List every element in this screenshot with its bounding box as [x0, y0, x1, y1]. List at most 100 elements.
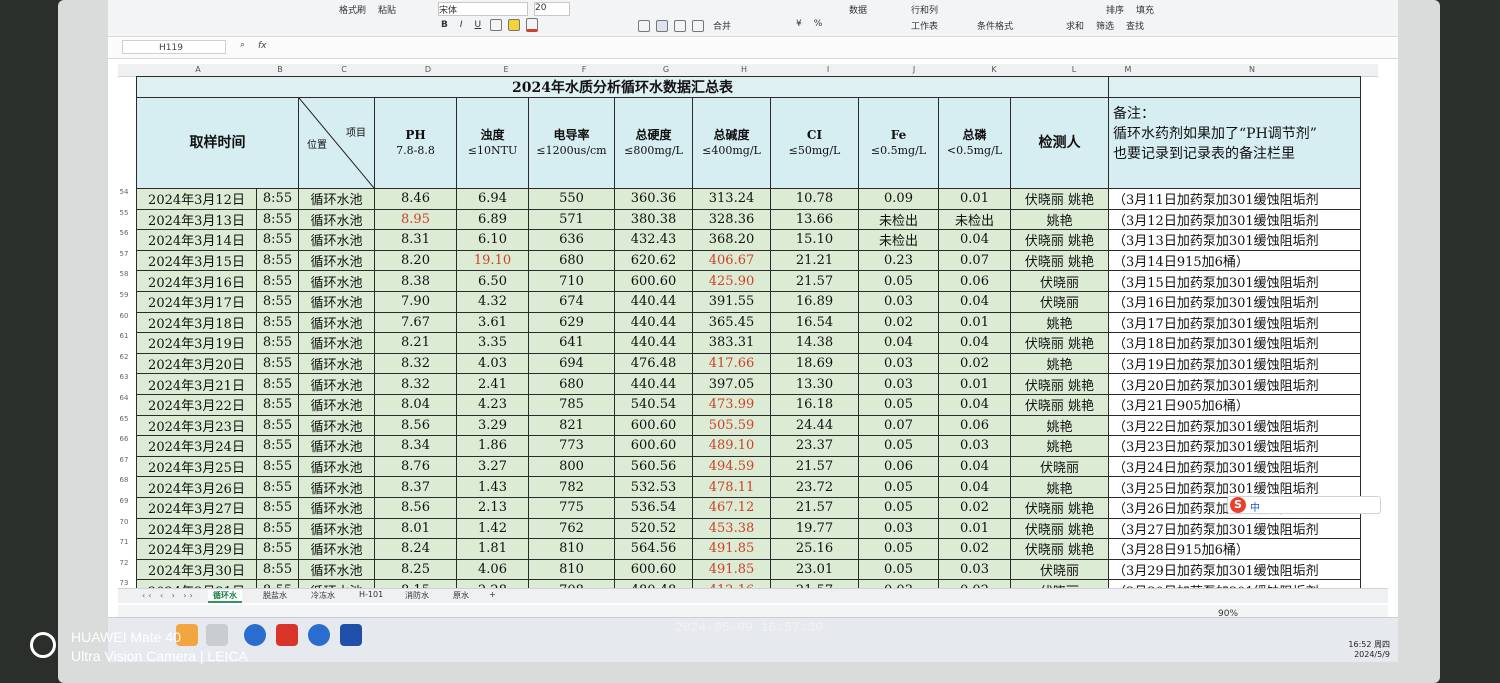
cell-ph[interactable]: 8.32: [374, 373, 457, 395]
row-number[interactable]: 73: [114, 579, 134, 587]
sheet-tab-desalted[interactable]: 脱盐水: [258, 590, 292, 601]
cell-time[interactable]: 8:55: [256, 311, 299, 334]
cell-alkalinity[interactable]: 494.59: [692, 455, 771, 478]
number-format-select[interactable]: 数据: [846, 2, 870, 17]
cell-fe[interactable]: 0.02: [858, 311, 939, 334]
cell-turbidity[interactable]: 4.03: [456, 352, 529, 375]
fx-icon[interactable]: fx: [258, 41, 267, 51]
tablet-icon[interactable]: [340, 624, 362, 646]
font-name-select[interactable]: 宋体: [438, 2, 528, 16]
cell-location[interactable]: 循环水池: [298, 290, 375, 313]
cell-hardness[interactable]: 540.54: [614, 393, 693, 416]
cell-cl[interactable]: 23.01: [770, 558, 859, 581]
cell-time[interactable]: 8:55: [256, 270, 299, 292]
cell-conductivity[interactable]: 680: [528, 373, 615, 395]
cell-inspector[interactable]: 伏晓丽 姚艳: [1010, 188, 1109, 210]
cell-conductivity[interactable]: 821: [528, 414, 615, 437]
cell-note[interactable]: （3月14日915加6桶）: [1108, 249, 1361, 272]
cell-alkalinity[interactable]: 391.55: [692, 290, 771, 313]
cell-phosphorus[interactable]: 0.01: [938, 188, 1011, 210]
cell-note[interactable]: （3月16日加药泵加301缓蚀阻垢剂: [1108, 290, 1361, 313]
cell-ph[interactable]: 8.34: [374, 435, 457, 457]
row-number[interactable]: 71: [114, 538, 134, 546]
cell-turbidity[interactable]: 1.42: [456, 517, 529, 540]
cell-date[interactable]: 2024年3月14日: [136, 229, 257, 251]
cell-cl[interactable]: 18.69: [770, 352, 859, 375]
cell-alkalinity[interactable]: 328.36: [692, 208, 771, 231]
cell-time[interactable]: 8:55: [256, 455, 299, 478]
cell-time[interactable]: 8:55: [256, 476, 299, 498]
cell-fe[interactable]: 0.23: [858, 249, 939, 272]
cell-note[interactable]: （3月18日加药泵加301缓蚀阻垢剂: [1108, 332, 1361, 354]
format-painter-button[interactable]: 格式刷: [336, 2, 369, 17]
cell-time[interactable]: 8:55: [256, 352, 299, 375]
cell-location[interactable]: 循环水池: [298, 373, 375, 395]
cell-ph[interactable]: 8.76: [374, 455, 457, 478]
cell-phosphorus[interactable]: 0.04: [938, 229, 1011, 251]
header-inspector[interactable]: 检测人: [1010, 97, 1109, 189]
cell-ph[interactable]: 8.24: [374, 538, 457, 560]
header-cl[interactable]: CI ≤50mg/L: [770, 97, 859, 189]
cell-alkalinity[interactable]: 417.66: [692, 352, 771, 375]
col-m[interactable]: M: [1125, 65, 1132, 74]
cell-conductivity[interactable]: 782: [528, 476, 615, 498]
cell-inspector[interactable]: 姚艳: [1010, 311, 1109, 334]
cell-turbidity[interactable]: 3.61: [456, 311, 529, 334]
cell-hardness[interactable]: 476.48: [614, 352, 693, 375]
row-number[interactable]: 65: [114, 415, 134, 423]
cell-conductivity[interactable]: 636: [528, 229, 615, 251]
cell-phosphorus[interactable]: 0.02: [938, 352, 1011, 375]
cell-inspector[interactable]: 伏晓丽: [1010, 558, 1109, 581]
cell-alkalinity[interactable]: 453.38: [692, 517, 771, 540]
add-sheet-icon[interactable]: +: [484, 590, 501, 599]
cell-time[interactable]: 8:55: [256, 290, 299, 313]
cell-time[interactable]: 8:55: [256, 558, 299, 581]
cell-cl[interactable]: 13.30: [770, 373, 859, 395]
col-g[interactable]: G: [663, 65, 669, 74]
cell-date[interactable]: 2024年3月12日: [136, 188, 257, 210]
cell-time[interactable]: 8:55: [256, 188, 299, 210]
cell-location[interactable]: 循环水池: [298, 393, 375, 416]
cell-date[interactable]: 2024年3月30日: [136, 558, 257, 581]
cell-hardness[interactable]: 564.56: [614, 538, 693, 560]
cell-note[interactable]: （3月25日加药泵加301缓蚀阻垢剂: [1108, 476, 1361, 498]
cell-date[interactable]: 2024年3月16日: [136, 270, 257, 292]
cell-conductivity[interactable]: 810: [528, 538, 615, 560]
cell-date[interactable]: 2024年3月28日: [136, 517, 257, 540]
col-a[interactable]: A: [195, 65, 200, 74]
cell-turbidity[interactable]: 1.43: [456, 476, 529, 498]
cell-alkalinity[interactable]: 478.11: [692, 476, 771, 498]
col-f[interactable]: F: [582, 65, 587, 74]
cell-note[interactable]: （3月23日加药泵加301缓蚀阻垢剂: [1108, 435, 1361, 457]
cell-date[interactable]: 2024年3月24日: [136, 435, 257, 457]
cell-phosphorus[interactable]: 0.01: [938, 517, 1011, 540]
header-note[interactable]: 备注： 循环水药剂如果加了“PH调节剂” 也要记录到记录表的备注栏里: [1108, 97, 1361, 189]
cell-note[interactable]: （3月13日加药泵加301缓蚀阻垢剂: [1108, 229, 1361, 251]
cell-turbidity[interactable]: 1.86: [456, 435, 529, 457]
row-number[interactable]: 72: [114, 559, 134, 567]
cell-cl[interactable]: 14.38: [770, 332, 859, 354]
cell-fe[interactable]: 0.05: [858, 558, 939, 581]
find-button[interactable]: 查找: [1123, 18, 1147, 33]
font-size-select[interactable]: 20: [534, 2, 570, 16]
cell-ph[interactable]: 8.32: [374, 352, 457, 375]
cell-hardness[interactable]: 600.60: [614, 558, 693, 581]
cell-turbidity[interactable]: 4.06: [456, 558, 529, 581]
row-number[interactable]: 68: [114, 476, 134, 484]
cell-hardness[interactable]: 440.44: [614, 373, 693, 395]
cell-conductivity[interactable]: 629: [528, 311, 615, 334]
cell-alkalinity[interactable]: 368.20: [692, 229, 771, 251]
cell-phosphorus[interactable]: 0.03: [938, 435, 1011, 457]
fill-button[interactable]: 填充: [1133, 2, 1157, 17]
cell-location[interactable]: 循环水池: [298, 558, 375, 581]
row-number[interactable]: 58: [114, 270, 134, 278]
cell-note[interactable]: （3月20日加药泵加301缓蚀阻垢剂: [1108, 373, 1361, 395]
cell-note[interactable]: （3月24日加药泵加301缓蚀阻垢剂: [1108, 455, 1361, 478]
underline-button[interactable]: U: [472, 19, 485, 31]
row-number[interactable]: 69: [114, 497, 134, 505]
header-conductivity[interactable]: 电导率 ≤1200us/cm: [528, 97, 615, 189]
cell-fe[interactable]: 0.05: [858, 538, 939, 560]
cell-ph[interactable]: 8.20: [374, 249, 457, 272]
cell-date[interactable]: 2024年3月25日: [136, 455, 257, 478]
cell-location[interactable]: 循环水池: [298, 455, 375, 478]
